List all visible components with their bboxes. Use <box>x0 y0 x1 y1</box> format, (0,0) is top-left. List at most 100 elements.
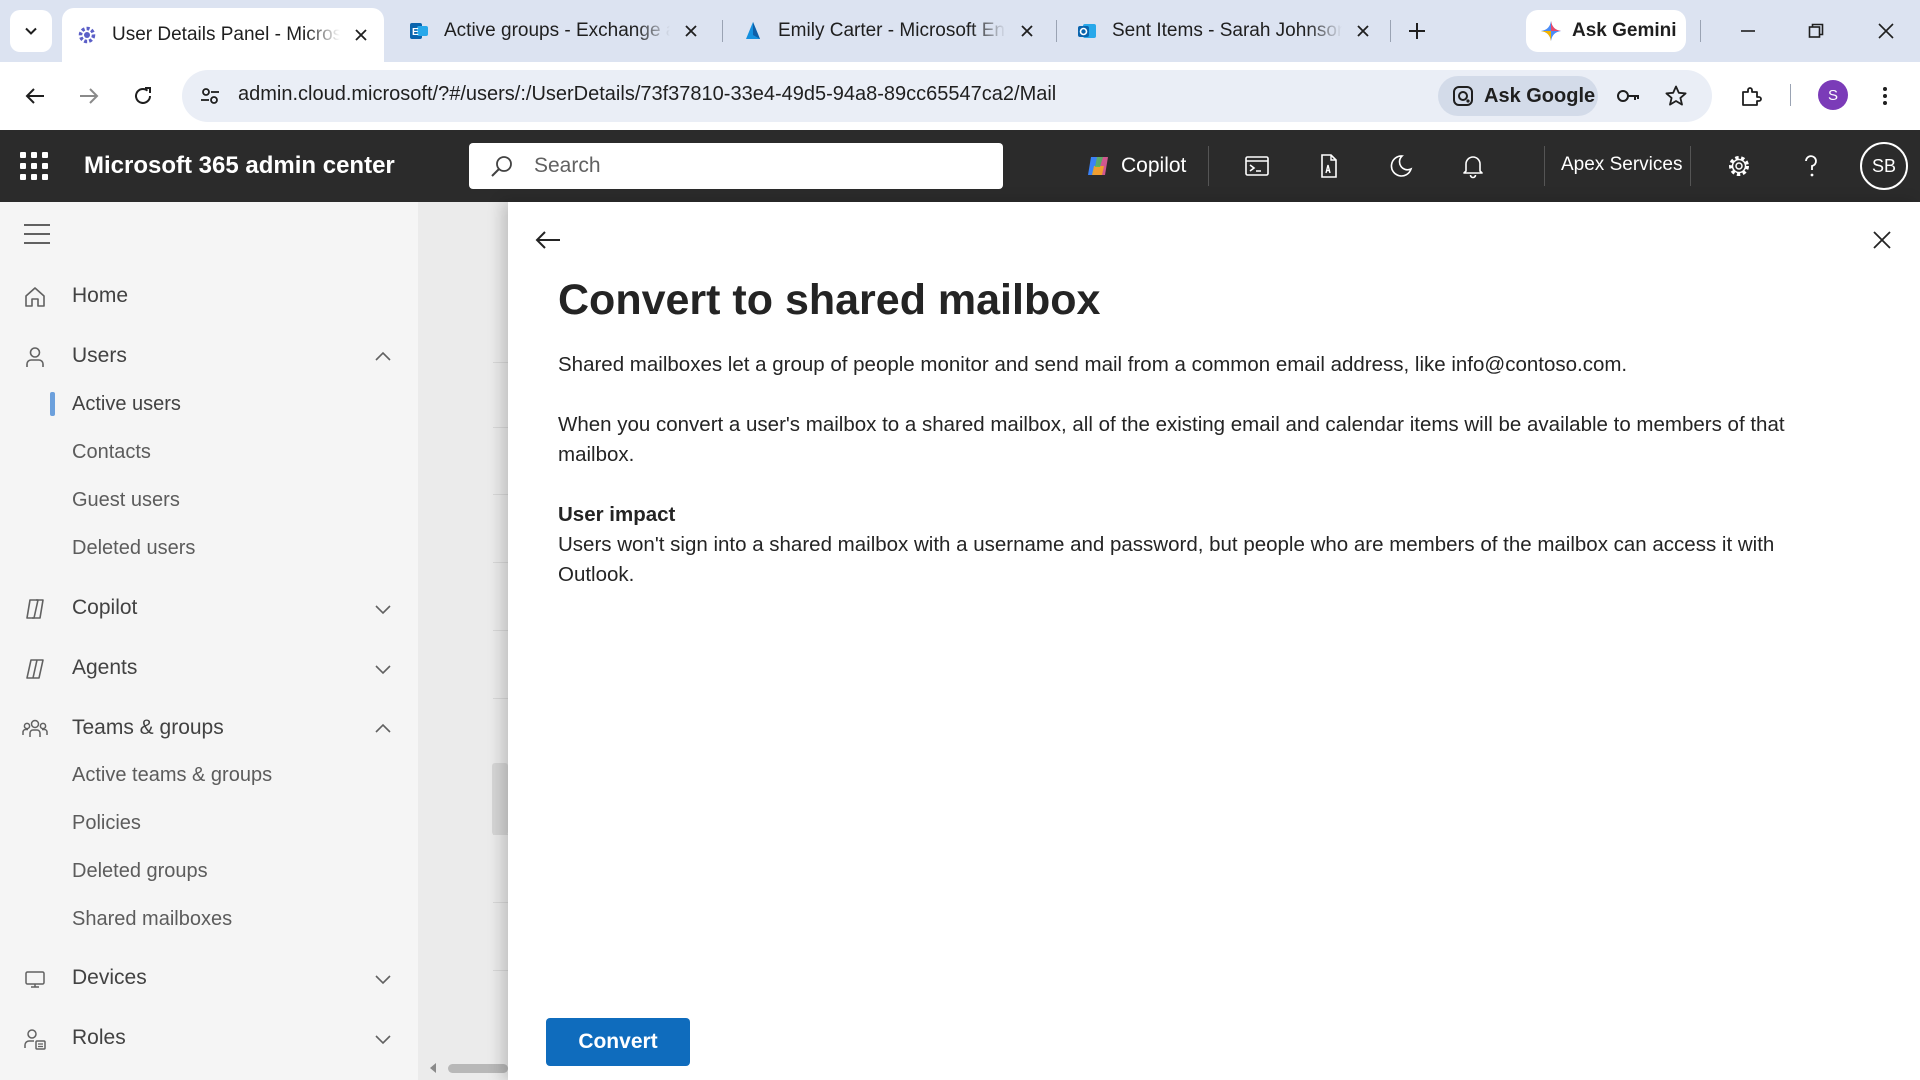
tab-separator <box>1700 20 1701 42</box>
close-window-button[interactable] <box>1866 12 1906 50</box>
entra-favicon-icon <box>742 20 764 42</box>
terminal-button[interactable] <box>1239 148 1275 184</box>
browser-tab-exchange[interactable]: E Active groups - Exchange admin center <box>394 8 714 54</box>
hamburger-menu-icon[interactable] <box>24 224 50 244</box>
ask-gemini-label: Ask Gemini <box>1572 20 1677 41</box>
nav-item-teams-groups[interactable]: Teams & groups <box>0 704 418 752</box>
chevron-up-icon[interactable] <box>372 718 394 740</box>
help-button[interactable] <box>1793 148 1829 184</box>
gear-icon <box>1729 156 1749 176</box>
chevron-down-icon[interactable] <box>372 1028 394 1050</box>
outlook-favicon-icon <box>1076 20 1098 42</box>
puzzle-icon <box>1742 87 1762 106</box>
background-vertical-scrollbar[interactable] <box>492 763 508 835</box>
browser-tab-outlook[interactable]: Sent Items - Sarah Johnson - Outlook <box>1062 8 1386 54</box>
sidebar-item-policies[interactable]: Policies <box>72 808 141 838</box>
reload-icon <box>135 87 151 104</box>
toolbar-separator <box>1790 84 1791 106</box>
search-input[interactable] <box>534 151 974 181</box>
chevron-down-icon[interactable] <box>372 658 394 680</box>
background-row-divider <box>493 562 508 563</box>
roles-icon <box>22 1026 48 1052</box>
arrow-left-icon <box>25 88 44 104</box>
search-box[interactable] <box>469 143 1003 189</box>
panel-title: Convert to shared mailbox <box>558 276 1101 324</box>
close-tab-icon[interactable] <box>680 20 702 42</box>
settings-button[interactable] <box>1721 148 1757 184</box>
left-navigation: Home Users Active users Contacts Guest u… <box>0 202 418 1080</box>
browser-tab-entra[interactable]: Emily Carter - Microsoft Entra admin cen… <box>728 8 1050 54</box>
scroll-left-arrow-icon[interactable] <box>428 1062 438 1074</box>
sidebar-item-deleted-groups[interactable]: Deleted groups <box>72 856 208 886</box>
nav-item-label: Roles <box>72 1026 126 1049</box>
ask-google-button[interactable]: Ask Google <box>1438 76 1598 116</box>
mobile-app-button[interactable] <box>1311 148 1347 184</box>
browser-menu-button[interactable] <box>1866 77 1904 115</box>
password-key-icon[interactable] <box>1614 82 1642 110</box>
background-row-divider <box>493 427 508 428</box>
background-horizontal-scrollbar[interactable] <box>424 1060 508 1076</box>
nav-item-roles[interactable]: Roles <box>0 1014 418 1062</box>
chevron-up-icon[interactable] <box>372 346 394 368</box>
app-launcher-icon[interactable] <box>18 150 50 182</box>
scrollbar-thumb[interactable] <box>448 1064 508 1073</box>
browser-tab-strip: User Details Panel - Microsoft 365 admin… <box>0 0 1920 62</box>
close-panel-button[interactable] <box>1864 222 1900 258</box>
close-tab-icon[interactable] <box>350 24 372 46</box>
browser-tab-admin-center[interactable]: User Details Panel - Microsoft 365 admin… <box>62 8 384 62</box>
extensions-button[interactable] <box>1732 77 1770 115</box>
nav-item-label: Devices <box>72 966 147 989</box>
address-bar[interactable]: admin.cloud.microsoft/?#/users/:/UserDet… <box>182 70 1712 122</box>
close-tab-icon[interactable] <box>1016 20 1038 42</box>
browser-toolbar: admin.cloud.microsoft/?#/users/:/UserDet… <box>0 62 1920 130</box>
ask-gemini-button[interactable]: Ask Gemini <box>1526 10 1686 52</box>
url-text[interactable]: admin.cloud.microsoft/?#/users/:/UserDet… <box>238 83 1056 106</box>
new-tab-button[interactable] <box>1398 12 1436 50</box>
restore-button[interactable] <box>1796 12 1836 50</box>
convert-button[interactable]: Convert <box>546 1018 690 1066</box>
bookmark-star-icon[interactable] <box>1662 82 1690 110</box>
background-row-divider <box>493 902 508 903</box>
header-separator <box>1544 146 1545 186</box>
back-button[interactable] <box>16 77 54 115</box>
devices-icon <box>22 966 48 992</box>
sidebar-item-deleted-users[interactable]: Deleted users <box>72 533 195 563</box>
nav-item-devices[interactable]: Devices <box>0 954 418 1002</box>
chevron-down-icon[interactable] <box>372 968 394 990</box>
svg-text:E: E <box>412 27 419 38</box>
organization-name[interactable]: Apex Services <box>1561 154 1682 176</box>
reload-button[interactable] <box>124 77 162 115</box>
minimize-button[interactable] <box>1728 12 1768 50</box>
tab-title: Sent Items - Sarah Johnson - Outlook <box>1112 20 1342 41</box>
background-row-divider <box>493 630 508 631</box>
copilot-button[interactable]: Copilot <box>1085 148 1186 184</box>
sidebar-item-active-teams-groups[interactable]: Active teams & groups <box>72 760 272 790</box>
app-title[interactable]: Microsoft 365 admin center <box>84 152 395 180</box>
background-row-divider <box>493 698 508 699</box>
chevron-down-icon[interactable] <box>372 598 394 620</box>
sidebar-item-guest-users[interactable]: Guest users <box>72 485 180 515</box>
dark-mode-button[interactable] <box>1383 148 1419 184</box>
nav-item-label: Copilot <box>72 596 138 619</box>
sidebar-item-shared-mailboxes[interactable]: Shared mailboxes <box>72 904 232 934</box>
back-button[interactable] <box>530 222 566 258</box>
people-team-icon <box>22 716 48 742</box>
close-tab-icon[interactable] <box>1352 20 1374 42</box>
site-settings-icon[interactable] <box>196 82 224 110</box>
tab-separator <box>1056 20 1057 42</box>
forward-button[interactable] <box>70 77 108 115</box>
header-separator <box>1208 146 1209 186</box>
background-row-divider <box>493 362 508 363</box>
nav-item-home[interactable]: Home <box>0 272 418 320</box>
sidebar-item-contacts[interactable]: Contacts <box>72 437 151 467</box>
notifications-button[interactable] <box>1455 148 1491 184</box>
convert-shared-mailbox-panel: Convert to shared mailbox Shared mailbox… <box>508 202 1920 1080</box>
sidebar-item-active-users[interactable]: Active users <box>72 389 181 419</box>
browser-profile-avatar[interactable]: S <box>1818 80 1848 110</box>
user-avatar[interactable]: SB <box>1860 142 1908 190</box>
nav-item-users[interactable]: Users <box>0 332 418 380</box>
google-lens-icon <box>1452 85 1474 107</box>
nav-item-copilot[interactable]: Copilot <box>0 584 418 632</box>
tab-search-button[interactable] <box>10 10 52 52</box>
nav-item-agents[interactable]: Agents <box>0 644 418 692</box>
